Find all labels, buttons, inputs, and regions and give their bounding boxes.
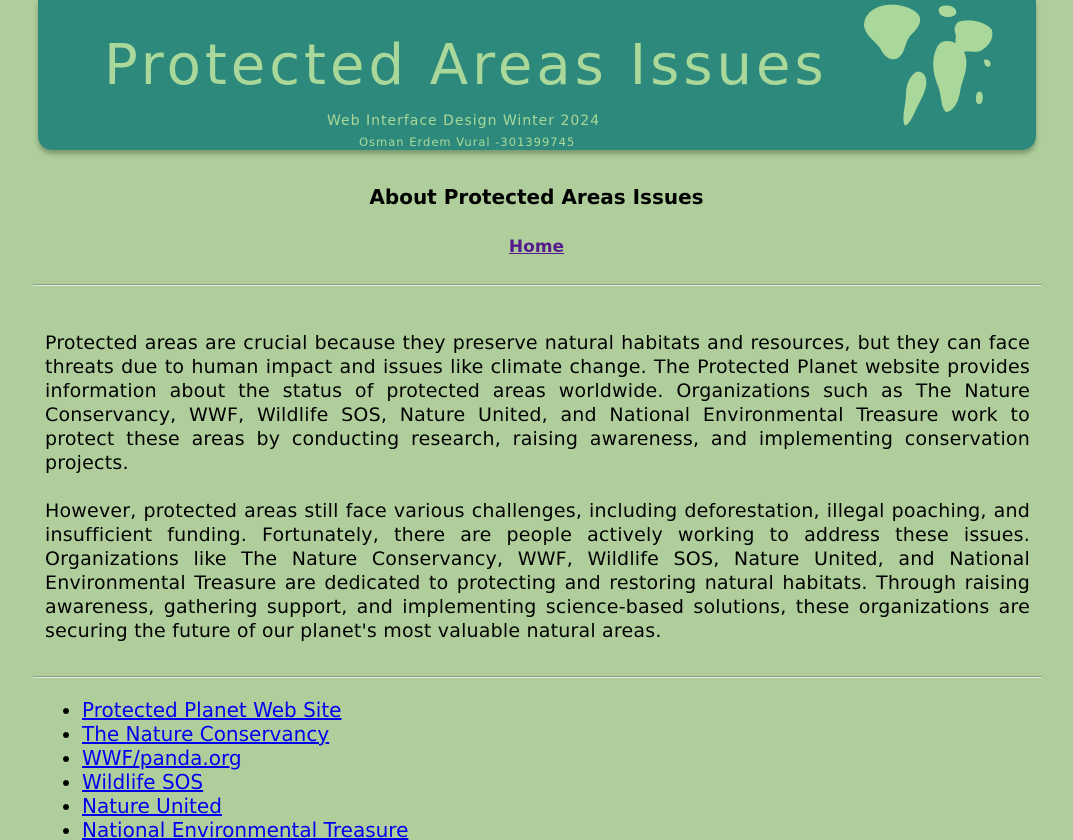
page-title: About Protected Areas Issues: [369, 185, 704, 209]
list-item: Wildlife SOS: [82, 770, 408, 794]
home-nav: Home: [0, 237, 1073, 257]
intro-paragraph: Protected areas are crucial because they…: [45, 332, 1030, 474]
wildlife-sos-link[interactable]: Wildlife SOS: [82, 770, 203, 794]
header-banner: Protected Areas Issues Web Interface Des…: [38, 0, 1036, 150]
wwf-link[interactable]: WWF/panda.org: [82, 746, 242, 770]
page: Protected Areas Issues Web Interface Des…: [0, 0, 1073, 840]
main-content: Protected areas are crucial because they…: [45, 331, 1030, 667]
list-item: National Environmental Treasure: [82, 818, 408, 840]
divider-bottom: [33, 676, 1042, 678]
banner-title: Protected Areas Issues: [104, 33, 828, 98]
list-item: Protected Planet Web Site: [82, 698, 408, 722]
national-environmental-treasure-link[interactable]: National Environmental Treasure: [82, 818, 408, 840]
protected-planet-link[interactable]: Protected Planet Web Site: [82, 698, 341, 722]
banner-author: Osman Erdem Vural -301399745: [359, 135, 576, 149]
challenges-paragraph: However, protected areas still face vari…: [45, 500, 1030, 642]
banner-subtitle: Web Interface Design Winter 2024: [327, 113, 601, 129]
nature-united-link[interactable]: Nature United: [82, 794, 222, 818]
nature-conservancy-link[interactable]: The Nature Conservancy: [82, 722, 329, 746]
divider-top: [33, 284, 1042, 286]
globe-icon: [864, 0, 996, 128]
organization-links-list: Protected Planet Web Site The Nature Con…: [82, 698, 408, 840]
list-item: Nature United: [82, 794, 408, 818]
list-item: The Nature Conservancy: [82, 722, 408, 746]
home-link[interactable]: Home: [509, 237, 564, 257]
list-item: WWF/panda.org: [82, 746, 408, 770]
